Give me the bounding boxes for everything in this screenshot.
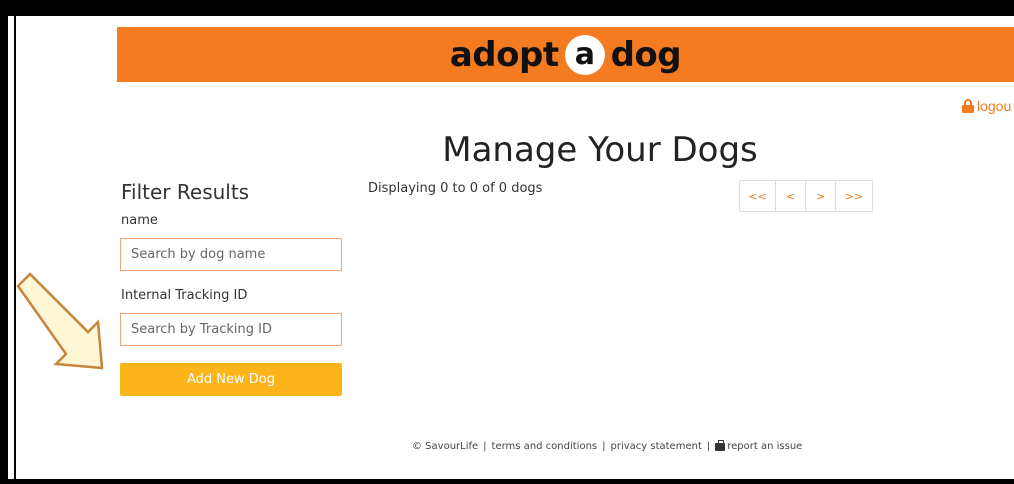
screenshot-frame-bottom <box>0 479 1014 484</box>
toolbox-icon <box>715 439 726 451</box>
footer-separator: | <box>602 441 606 452</box>
terms-link[interactable]: terms and conditions <box>492 441 598 452</box>
logo-word-adopt: adopt <box>449 34 559 75</box>
footer-separator: | <box>483 441 487 452</box>
footer-separator: | <box>706 441 711 452</box>
tracking-id-label: Internal Tracking ID <box>121 288 248 303</box>
screenshot-frame-left <box>0 0 8 484</box>
filter-heading: Filter Results <box>121 180 250 204</box>
previous-page-button[interactable]: < <box>776 181 806 211</box>
logo-circle-a: a <box>564 34 605 75</box>
site-logo[interactable]: adopt a dog <box>449 34 682 75</box>
site-header: adopt a dog <box>117 27 1014 82</box>
copyright-text: © SavourLife <box>412 441 479 452</box>
report-issue-link[interactable]: report an issue <box>727 441 802 452</box>
pagination: << < > >> <box>739 180 873 212</box>
logout-link[interactable]: logou <box>962 98 1011 114</box>
page-title: Manage Your Dogs <box>442 130 758 170</box>
screenshot-frame-inner <box>14 16 16 479</box>
logout-label: logou <box>977 98 1012 114</box>
next-page-button[interactable]: > <box>806 181 836 211</box>
privacy-link[interactable]: privacy statement <box>611 441 702 452</box>
screenshot-frame-top <box>0 0 1014 16</box>
tracking-id-search-input[interactable] <box>120 313 342 346</box>
site-footer: © SavourLife | terms and conditions | pr… <box>412 439 802 452</box>
name-label: name <box>121 213 158 228</box>
last-page-button[interactable]: >> <box>836 181 872 211</box>
arrow-annotation-icon <box>16 272 104 370</box>
add-new-dog-button[interactable]: Add New Dog <box>120 363 342 396</box>
logo-word-dog: dog <box>610 34 682 75</box>
first-page-button[interactable]: << <box>740 181 776 211</box>
results-count: Displaying 0 to 0 of 0 dogs <box>368 181 543 196</box>
dog-name-search-input[interactable] <box>120 238 342 271</box>
lock-icon <box>962 99 974 113</box>
